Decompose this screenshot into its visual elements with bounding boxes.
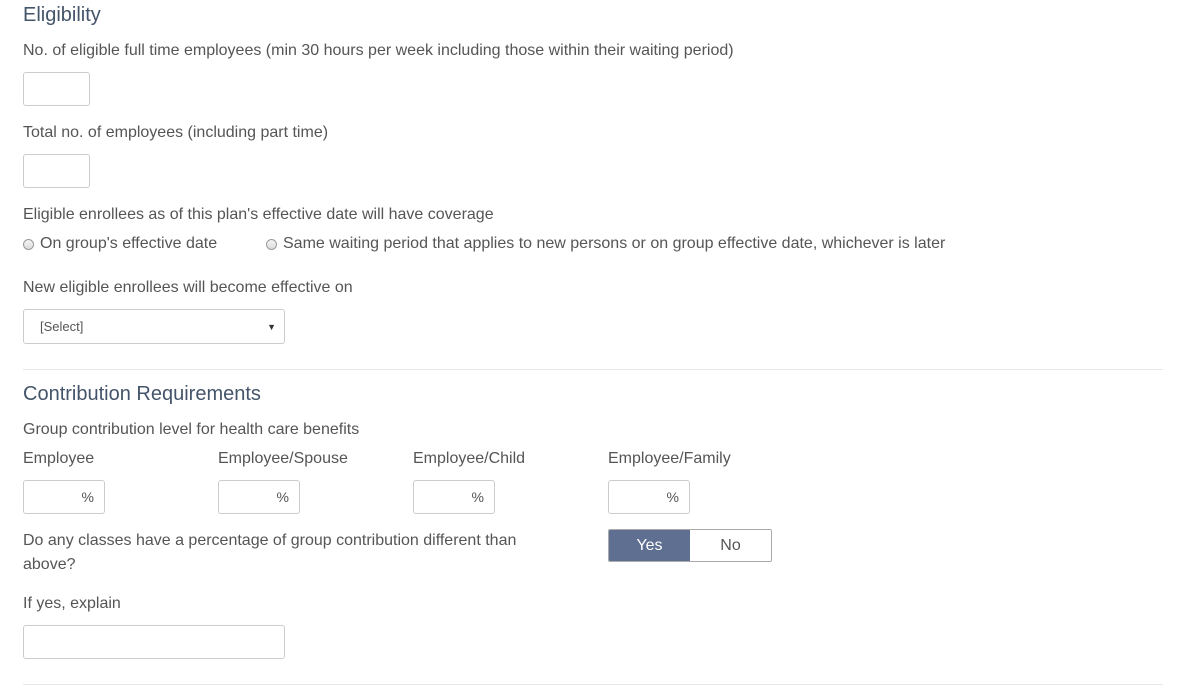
new-enrollees-select[interactable]: [Select] ▼ — [23, 309, 285, 344]
employee-family-percent-input[interactable]: % — [608, 480, 690, 514]
coverage-option-label: On group's effective date — [40, 235, 218, 252]
coverage-label: Eligible enrollees as of this plan's eff… — [23, 206, 494, 223]
total-employees-input[interactable] — [23, 154, 90, 188]
classes-question-line2: above? — [23, 556, 76, 573]
employee-child-label: Employee/Child — [413, 450, 526, 467]
percent-suffix: % — [471, 489, 484, 505]
percent-suffix: % — [666, 489, 679, 505]
employee-spouse-percent-input[interactable]: % — [218, 480, 300, 514]
yes-button[interactable]: Yes — [609, 530, 690, 561]
coverage-option-group-effective[interactable]: On group's effective date — [23, 235, 217, 253]
chevron-down-icon: ▼ — [267, 322, 276, 332]
section-divider-bottom — [23, 684, 1163, 685]
select-value: [Select] — [40, 319, 84, 334]
no-button[interactable]: No — [690, 530, 771, 561]
full-time-employees-input[interactable] — [23, 72, 90, 106]
radio-button[interactable] — [266, 238, 277, 250]
explain-label: If yes, explain — [23, 595, 121, 612]
classes-yes-no-toggle[interactable]: Yes No — [608, 529, 772, 562]
group-contribution-label: Group contribution level for health care… — [23, 421, 360, 438]
explain-input[interactable] — [23, 625, 285, 659]
employee-child-percent-input[interactable]: % — [413, 480, 495, 514]
section-divider — [23, 369, 1163, 370]
contribution-heading: Contribution Requirements — [23, 383, 261, 405]
full-time-employees-label: No. of eligible full time employees (min… — [23, 42, 734, 59]
employee-spouse-label: Employee/Spouse — [218, 450, 348, 467]
total-employees-label: Total no. of employees (including part t… — [23, 124, 329, 141]
coverage-option-label: Same waiting period that applies to new … — [283, 235, 946, 252]
eligibility-heading: Eligibility — [23, 4, 101, 26]
classes-question-line1: Do any classes have a percentage of grou… — [23, 532, 517, 549]
radio-button[interactable] — [23, 238, 34, 250]
employee-label: Employee — [23, 450, 95, 467]
new-enrollees-label: New eligible enrollees will become effec… — [23, 279, 353, 296]
percent-suffix: % — [81, 489, 94, 505]
percent-suffix: % — [276, 489, 289, 505]
employee-percent-input[interactable]: % — [23, 480, 105, 514]
coverage-option-waiting-period[interactable]: Same waiting period that applies to new … — [266, 235, 945, 253]
employee-family-label: Employee/Family — [608, 450, 731, 467]
